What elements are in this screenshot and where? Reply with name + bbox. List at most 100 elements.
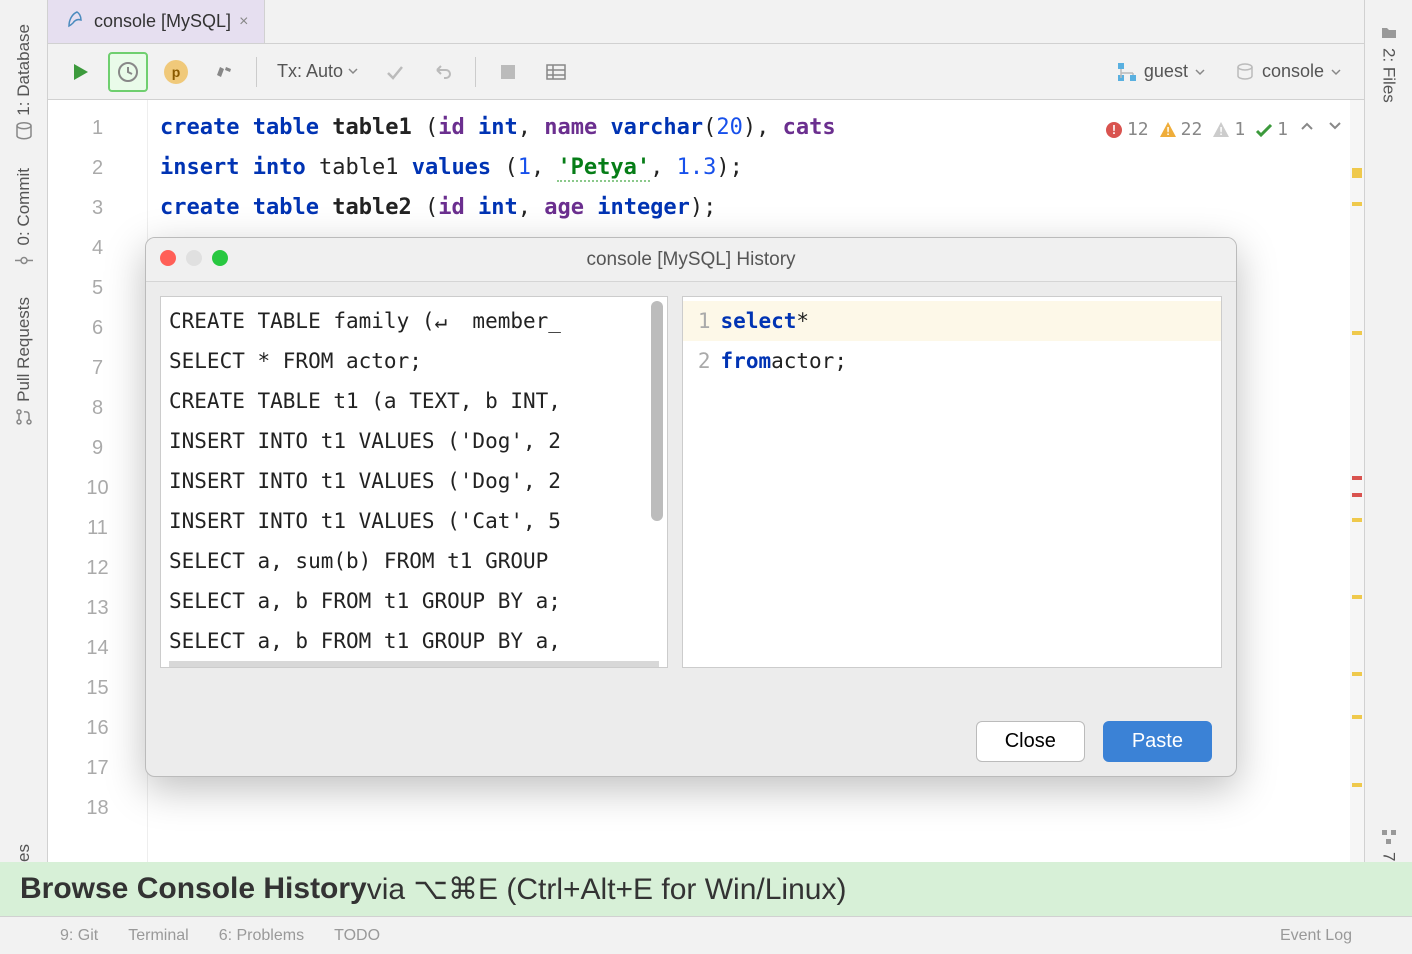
line-number: 17 xyxy=(48,748,147,788)
scrollbar[interactable] xyxy=(651,301,663,521)
event-log-button[interactable]: Event Log xyxy=(1280,927,1352,945)
p-button[interactable]: p xyxy=(156,52,196,92)
rollback-button[interactable] xyxy=(423,52,463,92)
history-list[interactable]: CREATE TABLE family (↵ member_ SELECT * … xyxy=(160,296,668,668)
line-number: 9 xyxy=(48,428,147,468)
error-count: 12 xyxy=(1127,110,1149,150)
line-number: 2 xyxy=(48,148,147,188)
schema-icon xyxy=(1116,61,1138,83)
line-number: 4 xyxy=(48,228,147,268)
problems-tool-button[interactable]: 6: Problems xyxy=(219,927,304,945)
left-tool-rail: 1: Database 0: Commit Pull Requests ★ Fa… xyxy=(0,0,48,954)
console-toolbar: p Tx: Auto guest console xyxy=(48,44,1364,100)
history-item[interactable]: CREATE TABLE t1 (a TEXT, b INT, xyxy=(169,381,659,421)
window-controls xyxy=(160,250,228,266)
database-tool-button[interactable]: 1: Database xyxy=(14,24,34,140)
settings-button[interactable] xyxy=(204,52,244,92)
table-view-button[interactable] xyxy=(536,52,576,92)
session-dropdown[interactable]: guest xyxy=(1106,61,1216,83)
dialog-titlebar[interactable]: console [MySQL] History xyxy=(146,238,1236,282)
terminal-tool-button[interactable]: Terminal xyxy=(128,927,188,945)
chevron-down-icon xyxy=(347,61,359,82)
svg-text:!: ! xyxy=(1164,125,1171,138)
console-label: console xyxy=(1262,61,1324,82)
chevron-down-icon xyxy=(1194,66,1206,78)
transaction-mode-dropdown[interactable]: Tx: Auto xyxy=(269,61,367,82)
line-number: 5 xyxy=(48,268,147,308)
line-number: 16 xyxy=(48,708,147,748)
tip-bold: Browse Console History xyxy=(20,872,367,906)
preview-line-number: 2 xyxy=(683,341,711,381)
history-item[interactable]: INSERT INTO t1 VALUES ('Cat', 5 xyxy=(169,501,659,541)
history-item[interactable]: INSERT INTO t1 VALUES ('Dog', 2 xyxy=(169,421,659,461)
commit-label: 0: Commit xyxy=(14,168,34,245)
database-label: 1: Database xyxy=(14,24,34,116)
error-chip[interactable]: ! 12 xyxy=(1105,110,1149,150)
session-label: guest xyxy=(1144,61,1188,82)
folder-icon xyxy=(1379,24,1399,42)
close-icon[interactable]: × xyxy=(239,13,248,31)
chevron-down-icon[interactable] xyxy=(1326,110,1344,150)
maximize-window-button[interactable] xyxy=(212,250,228,266)
right-tool-rail: 2: Files 7: Structure xyxy=(1364,0,1412,954)
chevron-up-icon[interactable] xyxy=(1298,110,1316,150)
marker-stripe[interactable] xyxy=(1350,100,1364,954)
line-number: 10 xyxy=(48,468,147,508)
warning-count: 22 xyxy=(1181,110,1203,150)
history-button[interactable] xyxy=(108,52,148,92)
pull-requests-label: Pull Requests xyxy=(14,297,34,402)
line-number: 1 xyxy=(48,108,147,148)
history-item[interactable]: SELECT a as j, b as j FROM t1 G xyxy=(169,661,659,668)
warning-chip[interactable]: ! 22 xyxy=(1159,110,1203,150)
line-number: 14 xyxy=(48,628,147,668)
history-item[interactable]: SELECT a, sum(b) FROM t1 GROUP xyxy=(169,541,659,581)
tip-banner: Browse Console History via ⌥⌘E (Ctrl+Alt… xyxy=(0,862,1412,916)
preview-line-number: 1 xyxy=(683,301,711,341)
line-gutter: 1 2 3 4 5 6 7 8 9 10 11 12 13 14 15 16 1… xyxy=(48,100,148,954)
run-button[interactable] xyxy=(60,52,100,92)
commit-icon xyxy=(15,250,33,270)
git-tool-button[interactable]: 9: Git xyxy=(60,927,98,945)
pull-requests-tool-button[interactable]: Pull Requests xyxy=(14,297,34,426)
dialog-title: console [MySQL] History xyxy=(586,249,795,271)
history-item[interactable]: SELECT a, b FROM t1 GROUP BY a, xyxy=(169,621,659,661)
history-item[interactable]: CREATE TABLE family (↵ member_ xyxy=(169,301,659,341)
line-number: 6 xyxy=(48,308,147,348)
tx-label: Tx: Auto xyxy=(277,61,343,82)
mysql-icon xyxy=(64,8,86,35)
line-number: 12 xyxy=(48,548,147,588)
files-label: 2: Files xyxy=(1379,48,1399,103)
history-item[interactable]: INSERT INTO t1 VALUES ('Dog', 2 xyxy=(169,461,659,501)
line-number: 8 xyxy=(48,388,147,428)
svg-text:!: ! xyxy=(1218,125,1225,138)
console-tab[interactable]: console [MySQL] × xyxy=(48,0,265,43)
structure-icon xyxy=(1379,828,1399,846)
pull-request-icon xyxy=(15,407,33,427)
console-icon xyxy=(1234,61,1256,83)
line-number: 3 xyxy=(48,188,147,228)
close-button[interactable]: Close xyxy=(976,721,1085,762)
line-number: 18 xyxy=(48,788,147,828)
tab-label: console [MySQL] xyxy=(94,11,231,32)
inspection-summary[interactable]: !12 !22 !1 1 xyxy=(1099,108,1350,152)
files-tool-button[interactable]: 2: Files xyxy=(1379,24,1399,103)
svg-text:!: ! xyxy=(1110,123,1117,137)
todo-tool-button[interactable]: TODO xyxy=(334,927,380,945)
ok-chip[interactable]: 1 xyxy=(1255,110,1288,150)
stop-button[interactable] xyxy=(488,52,528,92)
console-dropdown[interactable]: console xyxy=(1224,61,1352,83)
commit-tool-button[interactable]: 0: Commit xyxy=(14,168,34,269)
history-item[interactable]: SELECT a, b FROM t1 GROUP BY a; xyxy=(169,581,659,621)
history-dialog: console [MySQL] History CREATE TABLE fam… xyxy=(145,237,1237,777)
status-bar: 9: Git Terminal 6: Problems TODO Event L… xyxy=(0,916,1412,954)
paste-button[interactable]: Paste xyxy=(1103,721,1212,762)
weak-warning-chip[interactable]: !1 xyxy=(1212,110,1245,150)
close-window-button[interactable] xyxy=(160,250,176,266)
line-number: 13 xyxy=(48,588,147,628)
history-item[interactable]: SELECT * FROM actor; xyxy=(169,341,659,381)
weak-count: 1 xyxy=(1234,110,1245,150)
database-icon xyxy=(15,121,33,141)
history-preview[interactable]: 1select * 2from actor; xyxy=(682,296,1222,668)
commit-button[interactable] xyxy=(375,52,415,92)
minimize-window-button[interactable] xyxy=(186,250,202,266)
